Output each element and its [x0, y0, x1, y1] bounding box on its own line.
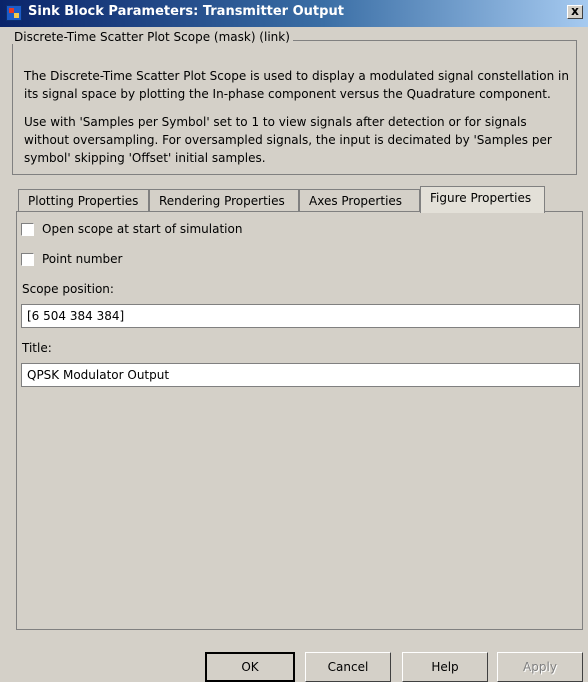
open-scope-label: Open scope at start of simulation [42, 222, 243, 236]
group-legend: Discrete-Time Scatter Plot Scope (mask) … [11, 30, 293, 44]
ok-button[interactable]: OK [205, 652, 295, 682]
tab-figure-properties[interactable]: Figure Properties [420, 186, 545, 213]
dialog-window: Sink Block Parameters: Transmitter Outpu… [0, 0, 588, 682]
title-input[interactable] [21, 363, 580, 387]
tab-strip: Plotting Properties Rendering Properties… [18, 186, 558, 213]
scope-position-label: Scope position: [22, 282, 114, 296]
window-title: Sink Block Parameters: Transmitter Outpu… [28, 4, 344, 19]
point-number-checkbox[interactable] [21, 252, 34, 266]
description-paragraph-2: Use with 'Samples per Symbol' set to 1 t… [24, 115, 552, 165]
description-paragraph-1: The Discrete-Time Scatter Plot Scope is … [24, 69, 569, 101]
simulink-block-icon [6, 5, 22, 21]
help-button[interactable]: Help [402, 652, 488, 682]
close-button[interactable]: x [567, 5, 583, 19]
open-scope-checkbox[interactable] [21, 222, 34, 236]
point-number-option[interactable]: Point number [21, 252, 122, 266]
tab-plotting-properties[interactable]: Plotting Properties [18, 189, 149, 212]
apply-button[interactable]: Apply [497, 652, 583, 682]
block-description: The Discrete-Time Scatter Plot Scope is … [24, 67, 572, 177]
tab-rendering-properties[interactable]: Rendering Properties [149, 189, 299, 212]
tab-axes-properties[interactable]: Axes Properties [299, 189, 420, 212]
figure-properties-panel [16, 211, 583, 630]
scope-position-input[interactable] [21, 304, 580, 328]
point-number-label: Point number [42, 252, 123, 266]
cancel-button[interactable]: Cancel [305, 652, 391, 682]
title-bar[interactable]: Sink Block Parameters: Transmitter Outpu… [0, 0, 588, 27]
title-label: Title: [22, 341, 52, 355]
open-scope-option[interactable]: Open scope at start of simulation [21, 222, 242, 236]
